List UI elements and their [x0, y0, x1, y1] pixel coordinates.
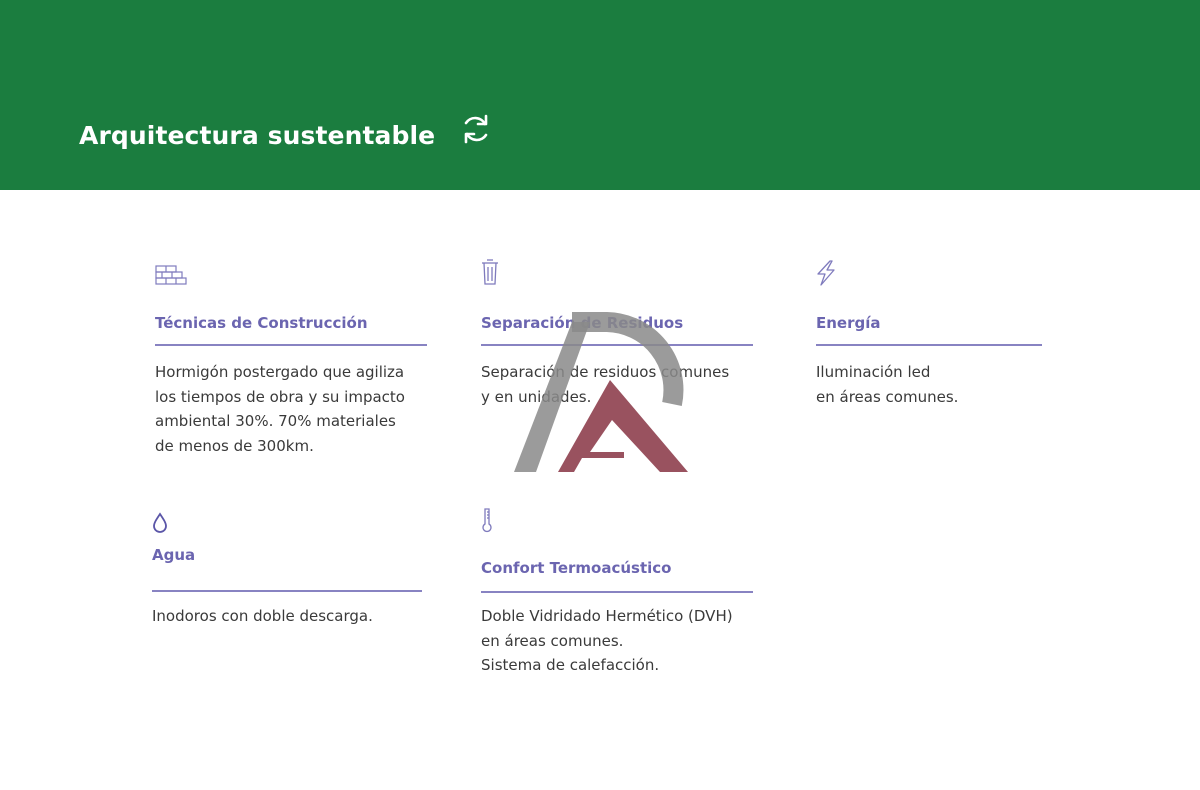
page-title: Arquitectura sustentable: [79, 121, 436, 150]
divider: [481, 591, 753, 593]
feature-energy: Energía Iluminación led en áreas comunes…: [816, 258, 1046, 458]
feature-description: Separación de residuos comunes y en unid…: [481, 363, 730, 406]
divider: [816, 344, 1042, 346]
feature-description: Hormigón postergado que agiliza los tiem…: [155, 363, 405, 455]
feature-title: Agua: [152, 546, 196, 564]
feature-description: Iluminación led en áreas comunes.: [816, 363, 959, 406]
divider: [481, 344, 753, 346]
feature-thermo: Confort Termoacústico Doble Vidridado He…: [481, 505, 761, 685]
feature-title: Separación de Residuos: [481, 314, 684, 332]
page-header: Arquitectura sustentable: [0, 0, 1200, 190]
divider: [155, 344, 427, 346]
trash-bin-icon: [481, 258, 499, 291]
feature-waste: Separación de Residuos Separación de res…: [481, 256, 756, 456]
feature-description: Doble Vidridado Hermético (DVH) en áreas…: [481, 607, 733, 674]
refresh-icon[interactable]: [458, 111, 494, 147]
brick-wall-icon: [155, 264, 187, 293]
lightning-icon: [816, 260, 836, 291]
water-drop-icon: [152, 512, 168, 539]
feature-description: Inodoros con doble descarga.: [152, 607, 373, 625]
feature-construction: Técnicas de Construcción Hormigón poster…: [155, 262, 430, 462]
feature-title: Energía: [816, 314, 881, 332]
feature-water: Agua Inodoros con doble descarga.: [152, 510, 427, 640]
feature-title: Confort Termoacústico: [481, 559, 672, 577]
divider: [152, 590, 422, 592]
thermometer-icon: [481, 507, 493, 538]
feature-title: Técnicas de Construcción: [155, 314, 368, 332]
